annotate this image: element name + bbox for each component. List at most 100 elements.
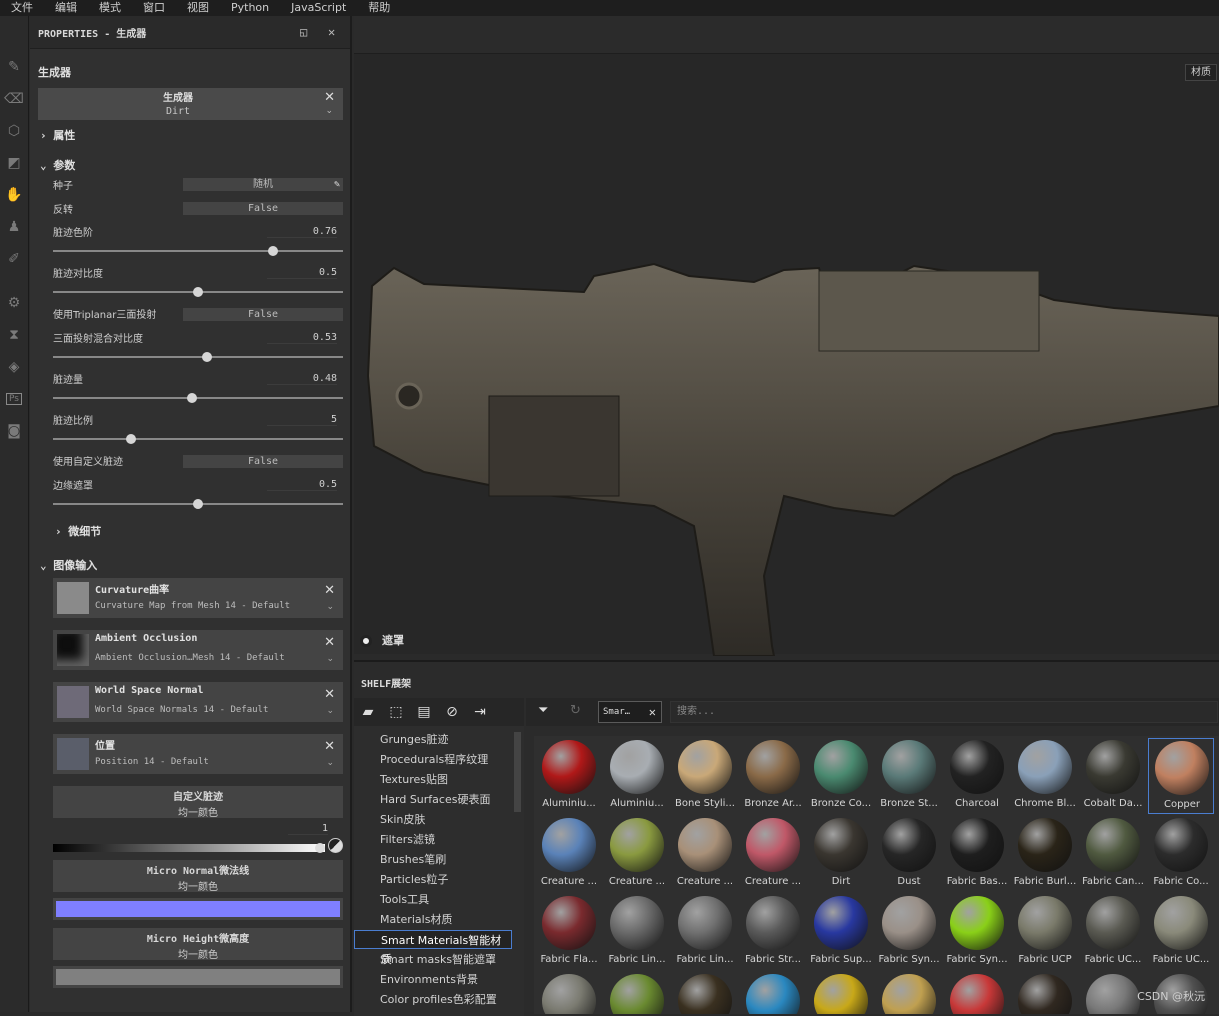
smudge-icon[interactable]: ✋ [3,184,25,206]
category-item[interactable]: Smart Materials智能材质 [354,930,512,966]
category-item[interactable]: Filters滤镜 [354,830,512,849]
slider-handle[interactable] [268,246,279,256]
search-input[interactable]: 搜索... [670,701,1218,723]
material-item[interactable] [536,972,602,1014]
material-item[interactable]: Aluminiu... [536,738,602,814]
position-slot[interactable]: 位置 Position 14 - Default ✕ ⌄ [53,734,343,774]
material-item[interactable]: Fabric UCP [1012,894,1078,970]
category-item[interactable]: Procedurals程序纹理 [354,750,512,769]
levels-value[interactable]: 0.76 [267,226,337,238]
layers-icon[interactable]: ◈ [3,356,25,378]
blend-slider[interactable] [53,352,343,362]
gradient-value[interactable]: 1 [288,823,328,835]
color-picker-icon[interactable]: ✐ [3,248,25,270]
material-item[interactable]: Fabric Sup... [808,894,874,970]
menu-window[interactable]: 窗口 [132,0,176,16]
material-item[interactable] [672,972,738,1014]
menu-edit[interactable]: 编辑 [44,0,88,16]
material-item[interactable]: Fabric Syn... [944,894,1010,970]
material-item[interactable]: Chrome Bl... [1012,738,1078,814]
gradient-handle[interactable] [315,843,325,853]
material-mode-tag[interactable]: 材质 [1185,64,1217,81]
material-item[interactable]: Fabric Lin... [604,894,670,970]
close-icon[interactable]: ✕ [324,739,335,754]
chevron-down-icon[interactable]: ⌄ [326,602,334,612]
category-item[interactable]: Smart masks智能遮罩 [354,950,512,969]
material-item[interactable]: Copper [1148,738,1214,814]
parameters-section[interactable]: ⌄ 参数 [40,157,75,173]
brush-icon[interactable]: ✎ [3,56,25,78]
slider-handle[interactable] [193,287,203,297]
filter-tag[interactable]: Smar… ✕ [598,701,662,723]
refresh-icon[interactable]: ↻ [570,703,581,718]
filter-icon[interactable]: ⏷ [538,703,548,718]
material-item[interactable] [604,972,670,1014]
hide-icon[interactable]: ⊘ [442,702,462,722]
menu-file[interactable]: 文件 [0,0,44,16]
material-item[interactable]: Fabric UC... [1148,894,1214,970]
material-item[interactable] [876,972,942,1014]
category-item[interactable]: Hard Surfaces硬表面 [354,790,512,809]
chevron-down-icon[interactable]: ⌄ [326,758,334,768]
slider-handle[interactable] [201,352,212,362]
category-item[interactable]: Environments背景 [354,970,512,989]
seed-button[interactable]: 随机 ✎ [183,178,343,191]
close-icon[interactable]: ✕ [324,583,335,598]
close-icon[interactable]: ✕ [324,90,335,105]
contrast-value[interactable]: 0.5 [267,267,337,279]
material-item[interactable]: Fabric Burl... [1012,816,1078,892]
custom-dirt-slot[interactable]: 自定义脏迹 均一颜色 [53,786,343,819]
material-item[interactable]: Fabric Can... [1080,816,1146,892]
mask-toggle[interactable]: 遮罩 [360,632,404,648]
category-item[interactable]: Color profiles色彩配置 [354,990,512,1009]
polygon-fill-icon[interactable]: ◩ [3,152,25,174]
float-panel-icon[interactable]: ◱ [300,25,307,39]
folder-icon[interactable]: ▰ [358,702,378,722]
timer-icon[interactable]: ⧗ [3,324,25,346]
material-item[interactable]: Bronze St... [876,738,942,814]
material-item[interactable] [944,972,1010,1014]
material-item[interactable]: Charcoal [944,738,1010,814]
edit-icon[interactable]: ✎ [334,178,340,191]
categories-scrollbar[interactable] [514,732,521,812]
material-item[interactable]: Fabric Str... [740,894,806,970]
micro-detail-section[interactable]: › 微细节 [55,523,101,539]
category-item[interactable]: Grunges脏迹 [354,730,512,749]
settings-icon[interactable]: ⚙ [3,292,25,314]
micro-height-slot[interactable]: Micro Height微高度 均一颜色 [53,928,343,961]
3d-viewport[interactable]: 材质 遮罩 [354,16,1219,656]
invert-toggle[interactable]: False [183,202,343,215]
eraser-icon[interactable]: ⌫ [3,88,25,110]
clone-icon[interactable]: ♟ [3,216,25,238]
edge-mask-slider[interactable] [53,499,343,509]
material-item[interactable]: Bronze Ar... [740,738,806,814]
close-icon[interactable]: ✕ [324,635,335,650]
new-shelf-icon[interactable]: ⬚ [386,702,406,722]
micro-normal-color[interactable] [53,898,343,920]
projection-icon[interactable]: ⬡ [3,120,25,142]
contrast-slider[interactable] [53,287,343,297]
material-item[interactable]: Dirt [808,816,874,892]
category-item[interactable]: Brushes笔刷 [354,850,512,869]
image-inputs-section[interactable]: ⌄ 图像输入 [40,557,97,573]
triplanar-toggle[interactable]: False [183,308,343,321]
amount-value[interactable]: 0.48 [267,373,337,385]
import-icon[interactable]: ⇥ [470,702,490,722]
material-item[interactable] [740,972,806,1014]
material-item[interactable]: Fabric Syn... [876,894,942,970]
category-item[interactable]: Skin皮肤 [354,810,512,829]
slider-handle[interactable] [187,393,198,403]
scale-value[interactable]: 5 [267,414,337,426]
menu-view[interactable]: 视图 [176,0,220,16]
ambient-occlusion-slot[interactable]: Ambient Occlusion Ambient Occlusion…Mesh… [53,630,343,670]
category-item[interactable]: Textures贴图 [354,770,512,789]
material-item[interactable]: Fabric Co... [1148,816,1214,892]
category-item[interactable]: Tools工具 [354,890,512,909]
material-item[interactable]: Bone Styli... [672,738,738,814]
chevron-down-icon[interactable]: ⌄ [326,654,334,664]
material-item[interactable]: Creature ... [740,816,806,892]
micro-normal-slot[interactable]: Micro Normal微法线 均一颜色 [53,860,343,893]
chevron-down-icon[interactable]: ⌄ [326,706,334,716]
custom-dirt-toggle[interactable]: False [183,455,343,468]
generator-selector[interactable]: 生成器 Dirt ✕ ⌄ [38,88,343,120]
